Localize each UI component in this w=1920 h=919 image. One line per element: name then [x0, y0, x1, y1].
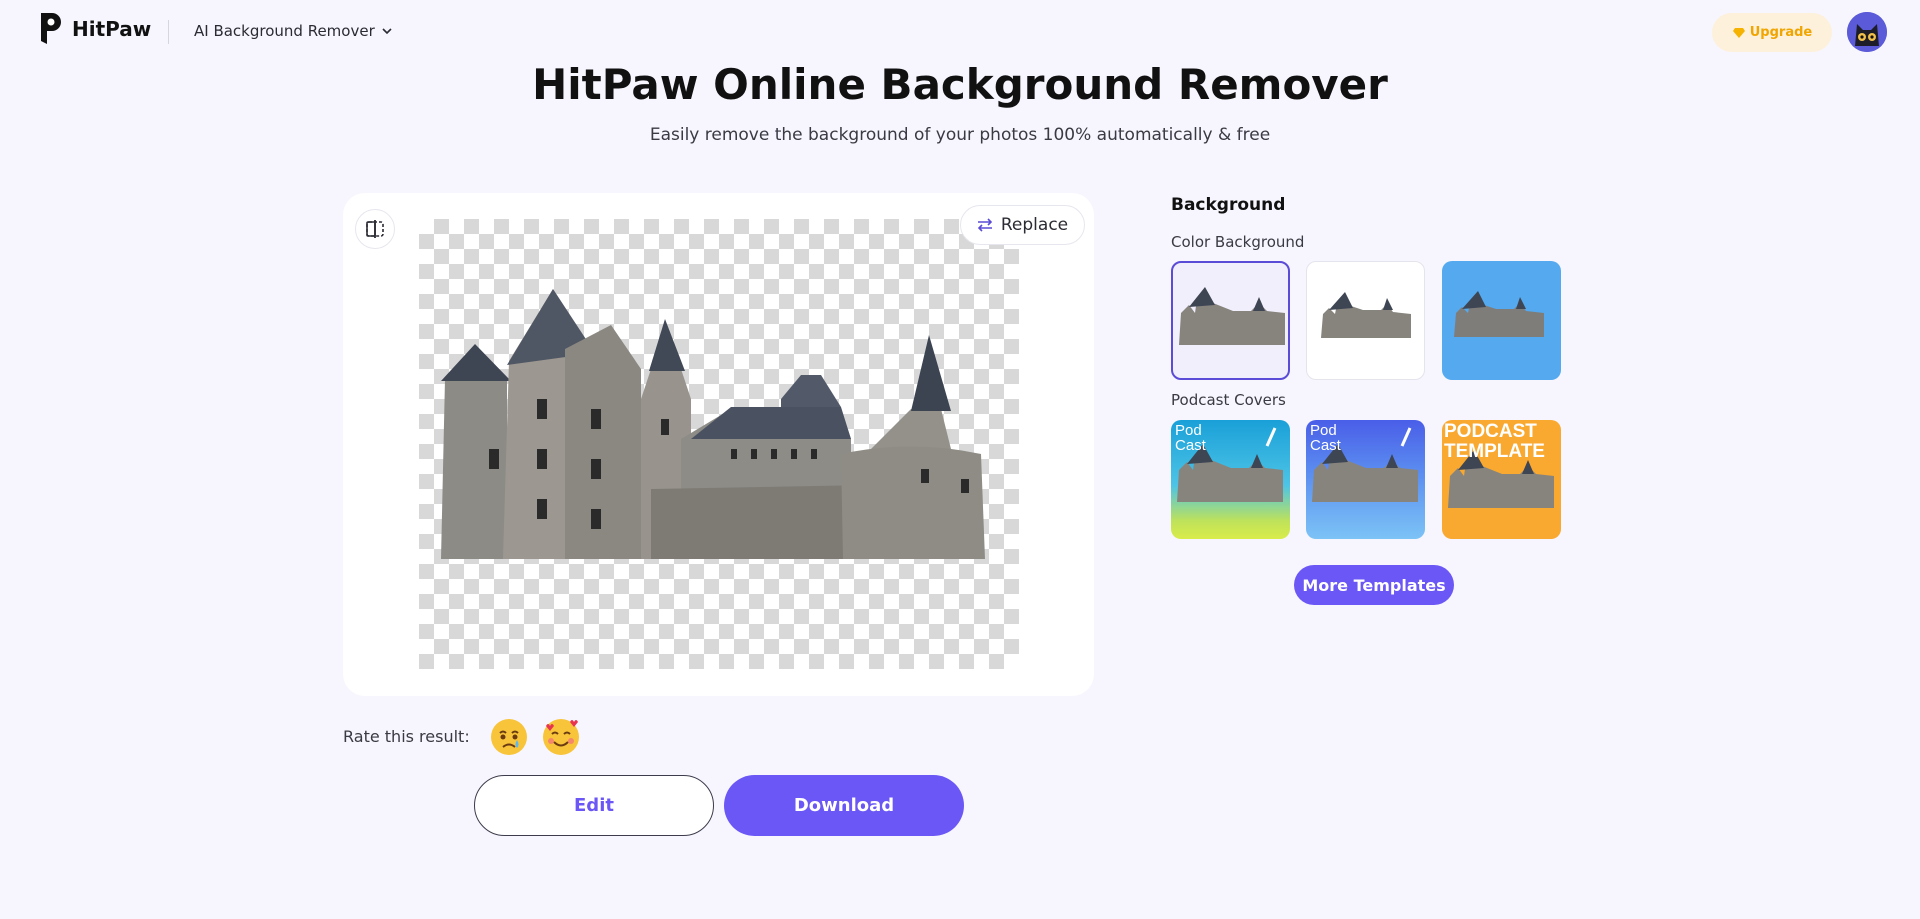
castle-thumbnail	[1321, 292, 1411, 338]
compare-button[interactable]	[355, 209, 395, 249]
header-divider	[168, 20, 169, 44]
castle-thumbnail	[1179, 287, 1285, 345]
upgrade-button[interactable]: Upgrade	[1712, 13, 1832, 52]
chevron-down-icon	[382, 28, 392, 35]
diamond-icon	[1732, 27, 1745, 38]
color-bg-blue[interactable]	[1442, 261, 1561, 380]
compare-icon	[366, 220, 384, 238]
replace-button[interactable]: Replace	[960, 205, 1085, 245]
user-avatar[interactable]	[1847, 12, 1887, 52]
page-title: HitPaw Online Background Remover	[532, 60, 1388, 109]
download-button[interactable]: Download	[724, 775, 964, 836]
transparent-preview-canvas	[419, 219, 1019, 669]
edit-button[interactable]: Edit	[474, 775, 714, 836]
podcast-cover-2[interactable]: Pod Cast	[1306, 420, 1425, 539]
page-subtitle: Easily remove the background of your pho…	[649, 125, 1271, 145]
top-bar: HitPaw AI Background Remover Upgrade	[0, 0, 1920, 64]
podcast-cover-1[interactable]: Pod Cast	[1171, 420, 1290, 539]
castle-thumbnail	[1454, 291, 1544, 337]
panel-title: Background	[1171, 195, 1286, 215]
hitpaw-logo-icon	[41, 13, 61, 44]
podcast-covers-label: Podcast Covers	[1171, 391, 1286, 409]
color-bg-white[interactable]	[1306, 261, 1425, 380]
smiling-hearts-face-icon[interactable]	[542, 718, 580, 756]
color-bg-transparent[interactable]	[1171, 261, 1290, 380]
tool-menu-dropdown[interactable]: AI Background Remover	[194, 22, 393, 40]
rate-label: Rate this result:	[343, 727, 470, 746]
cat-avatar-icon	[1847, 12, 1887, 52]
logo-text: HitPaw	[72, 17, 152, 41]
more-templates-button[interactable]: More Templates	[1294, 565, 1454, 605]
replace-label: Replace	[1000, 215, 1069, 235]
cover-text: Pod Cast	[1310, 422, 1341, 454]
tool-menu-label: AI Background Remover	[194, 22, 375, 40]
podcast-cover-3[interactable]: PODCAST TEMPLATE	[1442, 420, 1561, 539]
cover-text: Pod Cast	[1175, 422, 1206, 454]
logo[interactable]: HitPaw	[38, 11, 151, 47]
swap-icon	[977, 218, 993, 232]
castle-image	[441, 289, 985, 559]
color-background-label: Color Background	[1171, 233, 1305, 251]
cover-text: PODCAST TEMPLATE	[1444, 421, 1545, 462]
preview-card: Replace	[343, 193, 1094, 696]
upgrade-label: Upgrade	[1749, 25, 1813, 40]
sad-face-icon[interactable]	[490, 718, 528, 756]
